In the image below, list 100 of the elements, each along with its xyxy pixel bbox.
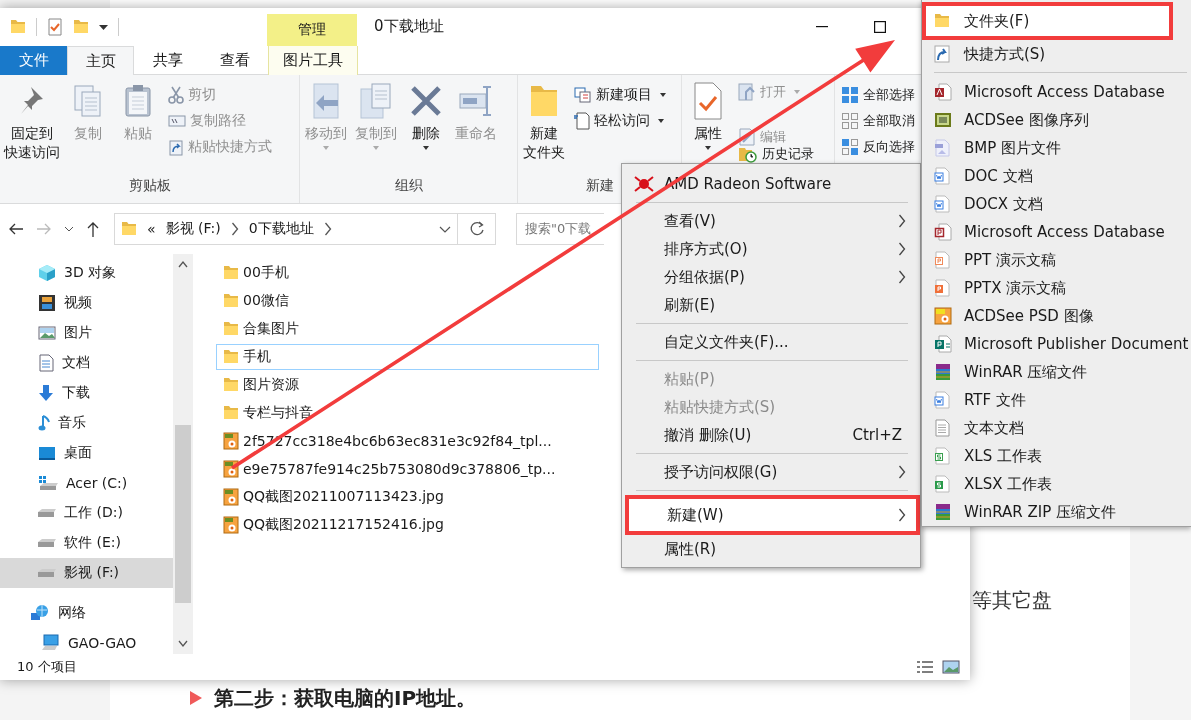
sidebar-item[interactable]: 3D 对象: [0, 258, 173, 288]
sidebar-item[interactable]: 文档: [0, 348, 173, 378]
spreadsheet-file-icon: [934, 475, 950, 493]
ribbon-tab[interactable]: 主页: [67, 46, 134, 75]
menu-item[interactable]: XLS 工作表: [922, 442, 1191, 470]
menu-item[interactable]: RTF 文件: [922, 386, 1191, 414]
folder-icon: [223, 322, 239, 336]
file-item[interactable]: e9e75787fe914c25b753080d9c378806_tp...: [216, 456, 599, 482]
menu-item[interactable]: PPTX 演示文稿: [922, 274, 1191, 302]
menu-item[interactable]: 快捷方式(S): [922, 40, 1191, 68]
desktop-icon: [38, 446, 56, 460]
sidebar-item[interactable]: 软件 (E:): [0, 528, 173, 558]
menu-item[interactable]: 授予访问权限(G): [622, 458, 920, 486]
ribbon-button[interactable]: 删除: [403, 81, 449, 150]
file-item[interactable]: 图片资源: [216, 372, 599, 398]
drive-icon: [38, 475, 58, 491]
drive-icon: [38, 539, 56, 547]
file-item[interactable]: QQ截图20211007113423.jpg: [216, 484, 599, 510]
ribbon-button[interactable]: 历史记录: [738, 145, 814, 162]
menu-item[interactable]: 刷新(E): [622, 291, 920, 319]
scroll-down-icon[interactable]: [178, 640, 188, 648]
menu-item[interactable]: 自定义文件夹(F)...: [622, 328, 920, 356]
file-item[interactable]: QQ截图20211217152416.jpg: [216, 512, 599, 538]
chevron-down-icon[interactable]: [64, 226, 74, 232]
up-arrow-icon[interactable]: [86, 221, 100, 237]
menu-item[interactable]: PPT 演示文稿: [922, 246, 1191, 274]
menu-item[interactable]: XLSX 工作表: [922, 470, 1191, 498]
ribbon-button[interactable]: 新建 文件夹: [521, 81, 567, 162]
sidebar-item[interactable]: 图片: [0, 318, 173, 348]
menu-item[interactable]: Microsoft Publisher Document: [922, 330, 1191, 358]
ribbon-group-label: 剪贴板: [128, 177, 171, 193]
ribbon-tab[interactable]: 图片工具: [268, 46, 358, 75]
address-bar[interactable]: « 影视 (F:) 0下载地址: [114, 213, 458, 245]
sidebar-item[interactable]: 桌面: [0, 438, 173, 468]
delete-x-icon: [410, 85, 442, 117]
contextual-tab-header: 管理: [267, 14, 357, 46]
ribbon-tab[interactable]: 共享: [134, 46, 201, 75]
sidebar-item[interactable]: 影视 (F:): [0, 558, 173, 588]
menu-item[interactable]: WinRAR ZIP 压缩文件: [922, 498, 1191, 526]
breadcrumb-item[interactable]: 影视 (F:): [165, 220, 221, 238]
file-item[interactable]: 00手机: [216, 260, 599, 286]
menu-item[interactable]: Microsoft Access Database: [922, 218, 1191, 246]
menu-item[interactable]: ACDSee 图像序列: [922, 106, 1191, 134]
sidebar-item[interactable]: 下载: [0, 378, 173, 408]
refresh-button[interactable]: [458, 213, 496, 245]
paste-shortcut-icon: [168, 137, 184, 156]
file-item[interactable]: 合集图片: [216, 316, 599, 342]
item-count: 10 个项目: [17, 658, 77, 676]
ribbon-button[interactable]: 新建项目: [574, 83, 666, 106]
new-item-icon: [574, 86, 592, 103]
menu-item[interactable]: Microsoft Access Database: [922, 78, 1191, 106]
ribbon-button[interactable]: 全部取消: [841, 109, 915, 132]
ribbon-group-label: 组织: [394, 177, 423, 193]
breadcrumb-item[interactable]: 0下载地址: [248, 220, 314, 238]
scroll-up-icon[interactable]: [178, 260, 188, 268]
menu-item[interactable]: WinRAR 压缩文件: [922, 358, 1191, 386]
menu-item[interactable]: 查看(V): [622, 207, 920, 235]
file-item[interactable]: 00微信: [216, 288, 599, 314]
sidebar-item[interactable]: Acer (C:): [0, 468, 173, 498]
menu-item[interactable]: 排序方式(O): [622, 235, 920, 263]
sidebar-item[interactable]: 网络: [0, 598, 173, 628]
ribbon-tab[interactable]: 查看: [201, 46, 268, 75]
ribbon-tab[interactable]: 文件: [0, 46, 67, 75]
thumbnail-view-icon[interactable]: [942, 660, 960, 674]
scrollbar[interactable]: [173, 254, 193, 654]
sidebar-item[interactable]: GAO-GAO: [0, 628, 173, 658]
menu-item[interactable]: 文本文档: [922, 414, 1191, 442]
menu-item[interactable]: 撤消 删除(U) Ctrl+Z: [622, 421, 920, 449]
drive-icon: [38, 569, 56, 577]
folder-icon: [934, 14, 950, 28]
menu-item[interactable]: DOCX 文档: [922, 190, 1191, 218]
image-file-icon: [223, 516, 239, 534]
sidebar-item[interactable]: 视频: [0, 288, 173, 318]
folder-icon: [530, 85, 558, 117]
details-view-icon[interactable]: [916, 660, 934, 674]
ribbon-button[interactable]: 属性: [685, 81, 731, 150]
sidebar-item[interactable]: 音乐: [0, 408, 173, 438]
folder-icon: [223, 406, 239, 420]
ribbon-button[interactable]: 轻松访问: [574, 109, 666, 132]
properties-check-icon[interactable]: [47, 18, 63, 36]
maximize-icon[interactable]: [874, 21, 886, 33]
ribbon-button[interactable]: 反向选择: [841, 135, 915, 158]
chevron-down-icon[interactable]: [439, 225, 451, 233]
ribbon-button[interactable]: 全部选择: [841, 83, 915, 106]
menu-item[interactable]: 属性(R): [622, 535, 920, 563]
menu-item[interactable]: 新建(W): [625, 495, 920, 535]
menu-item[interactable]: 文件夹(F): [922, 2, 1173, 40]
minimize-icon[interactable]: [816, 26, 828, 28]
menu-item[interactable]: 分组依据(P): [622, 263, 920, 291]
refresh-icon: [468, 221, 485, 237]
menu-item[interactable]: BMP 图片文件: [922, 134, 1191, 162]
sidebar-item[interactable]: 工作 (D:): [0, 498, 173, 528]
dropdown-caret-icon[interactable]: [99, 24, 108, 30]
folder-icon: [223, 378, 239, 392]
breadcrumb-chevron-icon: [323, 222, 332, 236]
ribbon-button[interactable]: 固定到 快速访问: [3, 81, 61, 162]
menu-item[interactable]: ACDSee PSD 图像: [922, 302, 1191, 330]
folder-icon: [10, 20, 26, 34]
menu-item[interactable]: DOC 文档: [922, 162, 1191, 190]
back-arrow-icon[interactable]: [8, 222, 24, 236]
